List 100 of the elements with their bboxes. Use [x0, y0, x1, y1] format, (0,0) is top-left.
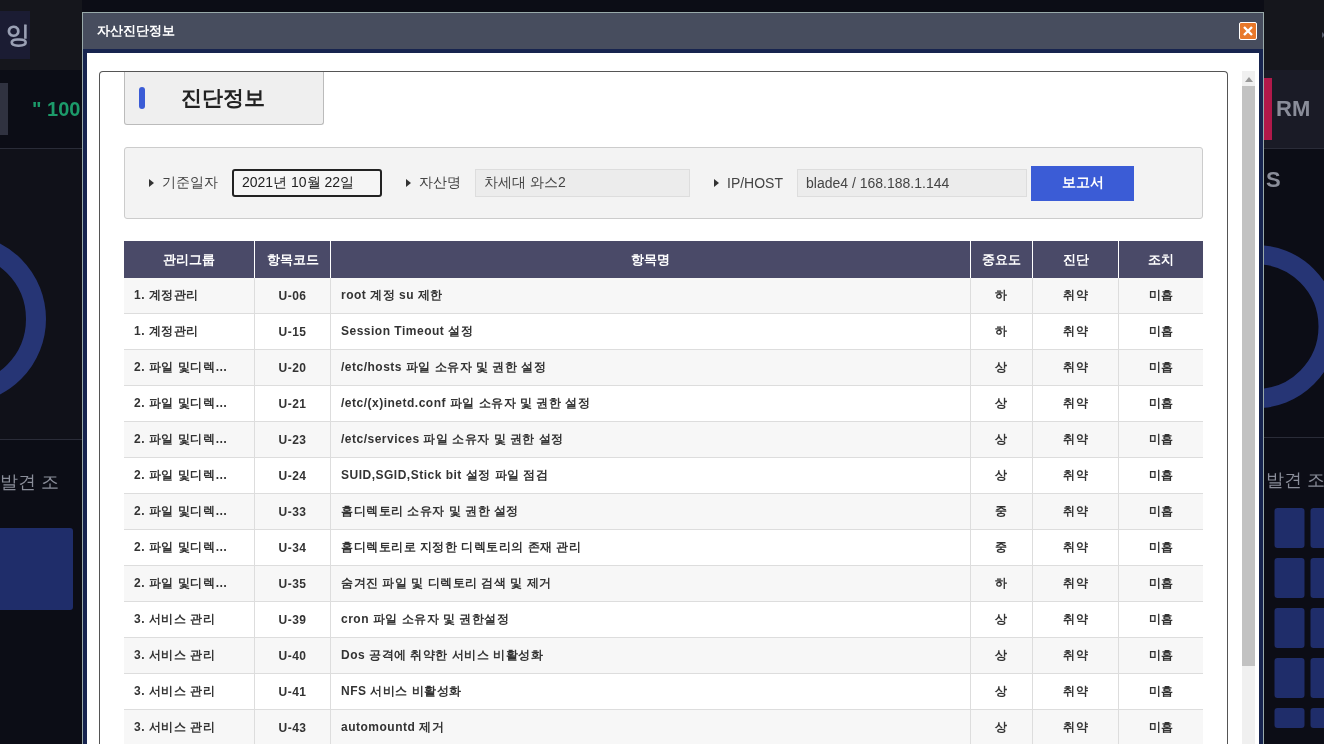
- scrollbar[interactable]: [1242, 71, 1255, 744]
- column-header: 조치: [1118, 241, 1203, 278]
- table-cell: 상: [970, 457, 1033, 494]
- table-cell: /etc/services 파일 소유자 및 권한 설정: [330, 421, 971, 458]
- table-cell: 2. 파일 및디렉…: [124, 529, 255, 566]
- table-cell: U-21: [254, 385, 331, 422]
- caption-text: 발견 조: [1266, 469, 1324, 492]
- scroll-up-icon[interactable]: [1244, 77, 1253, 82]
- bullet-icon: [714, 179, 719, 187]
- table-cell: 취약: [1032, 709, 1119, 744]
- dialog-title: 자산진단정보: [97, 22, 175, 40]
- table-cell: Session Timeout 설정: [330, 313, 971, 350]
- accent-bar: [1264, 78, 1272, 140]
- stat-value: RM: [1276, 96, 1311, 122]
- nav-tab[interactable]: 잉: [0, 11, 30, 59]
- accent-bar: [139, 87, 145, 109]
- table-cell: 취약: [1032, 673, 1119, 710]
- table-cell: U-24: [254, 457, 331, 494]
- table-cell: 미흡: [1118, 601, 1203, 638]
- table-cell: U-39: [254, 601, 331, 638]
- table-cell: U-41: [254, 673, 331, 710]
- table-cell: automountd 제거: [330, 709, 971, 744]
- table-cell: 3. 서비스 관리: [124, 601, 255, 638]
- table-cell: 2. 파일 및디렉…: [124, 493, 255, 530]
- table-cell: root 계정 su 제한: [330, 278, 971, 314]
- table-cell: 취약: [1032, 565, 1119, 602]
- table-cell: 2. 파일 및디렉…: [124, 457, 255, 494]
- filter-label: 자산명: [419, 174, 461, 192]
- table-cell: /etc/hosts 파일 소유자 및 권한 설정: [330, 349, 971, 386]
- table-cell: 1. 계정관리: [124, 313, 255, 350]
- stat-panel: [0, 83, 8, 135]
- table-cell: U-35: [254, 565, 331, 602]
- table-cell: U-34: [254, 529, 331, 566]
- table-cell: SUID,SGID,Stick bit 설정 파일 점검: [330, 457, 971, 494]
- table-cell: 2. 파일 및디렉…: [124, 349, 255, 386]
- table-cell: 취약: [1032, 349, 1119, 386]
- bullet-icon: [406, 179, 411, 187]
- bullet-icon: [149, 179, 154, 187]
- table-cell: 상: [970, 637, 1033, 674]
- column-header: 중요도: [970, 241, 1033, 278]
- table-cell: 미흡: [1118, 529, 1203, 566]
- table-cell: 미흡: [1118, 637, 1203, 674]
- table-cell: 3. 서비스 관리: [124, 637, 255, 674]
- table-cell: 2. 파일 및디렉…: [124, 385, 255, 422]
- table-cell: 미흡: [1118, 313, 1203, 350]
- table-cell: U-23: [254, 421, 331, 458]
- input-field[interactable]: 차세대 와스2: [475, 169, 690, 197]
- caption-text: 발견 조: [0, 471, 60, 494]
- table-cell: 상: [970, 709, 1033, 744]
- table-cell: 미흡: [1118, 493, 1203, 530]
- table-cell: 취약: [1032, 313, 1119, 350]
- table-cell: 상: [970, 421, 1033, 458]
- table-cell: 상: [970, 349, 1033, 386]
- table-cell: U-33: [254, 493, 331, 530]
- table-cell: U-43: [254, 709, 331, 744]
- table-cell: 미흡: [1118, 457, 1203, 494]
- table-cell: 미흡: [1118, 709, 1203, 744]
- input-field[interactable]: blade4 / 168.188.1.144: [797, 169, 1027, 197]
- table-cell: Dos 공격에 취약한 서비스 비활성화: [330, 637, 971, 674]
- column-header: 항목코드: [254, 241, 331, 278]
- stat-value: " 100: [32, 97, 81, 121]
- table-cell: NFS 서비스 비활성화: [330, 673, 971, 710]
- table-cell: 상: [970, 673, 1033, 710]
- table-cell: 중: [970, 529, 1033, 566]
- table-cell: 취약: [1032, 529, 1119, 566]
- table-cell: 취약: [1032, 278, 1119, 314]
- table-cell: U-40: [254, 637, 331, 674]
- table-cell: cron 파일 소유자 및 권한설정: [330, 601, 971, 638]
- table-cell: 중: [970, 493, 1033, 530]
- input-field[interactable]: 2021년 10월 22일: [232, 169, 382, 197]
- table-cell: 미흡: [1118, 349, 1203, 386]
- table-cell: 2. 파일 및디렉…: [124, 565, 255, 602]
- table-cell: U-15: [254, 313, 331, 350]
- table-cell: 취약: [1032, 385, 1119, 422]
- table-cell: 하: [970, 565, 1033, 602]
- table-cell: 취약: [1032, 601, 1119, 638]
- filter-label: 기준일자: [162, 174, 218, 192]
- table-cell: 1. 계정관리: [124, 278, 255, 314]
- column-header: 항목명: [330, 241, 971, 278]
- section-label: S: [1266, 167, 1282, 194]
- table-cell: 홈디렉토리 소유자 및 권한 설정: [330, 493, 971, 530]
- table-cell: 하: [970, 313, 1033, 350]
- table-cell: 취약: [1032, 457, 1119, 494]
- filter-label: IP/HOST: [727, 175, 783, 191]
- column-header: 관리그룹: [124, 241, 255, 278]
- table-cell: 상: [970, 385, 1033, 422]
- table-cell: 3. 서비스 관리: [124, 673, 255, 710]
- table-cell: 미흡: [1118, 385, 1203, 422]
- table-cell: 미흡: [1118, 565, 1203, 602]
- table-cell: U-20: [254, 349, 331, 386]
- report-button[interactable]: 보고서: [1031, 165, 1134, 201]
- table-cell: 3. 서비스 관리: [124, 709, 255, 744]
- table-cell: 상: [970, 601, 1033, 638]
- section-title: 진단정보: [181, 85, 265, 111]
- table-cell: U-06: [254, 278, 331, 314]
- table-cell: 미흡: [1118, 673, 1203, 710]
- table-cell: /etc/(x)inetd.conf 파일 소유자 및 권한 설정: [330, 385, 971, 422]
- column-header: 진단: [1032, 241, 1119, 278]
- table-cell: 홈디렉토리로 지정한 디렉토리의 존재 관리: [330, 529, 971, 566]
- table-cell: 취약: [1032, 421, 1119, 458]
